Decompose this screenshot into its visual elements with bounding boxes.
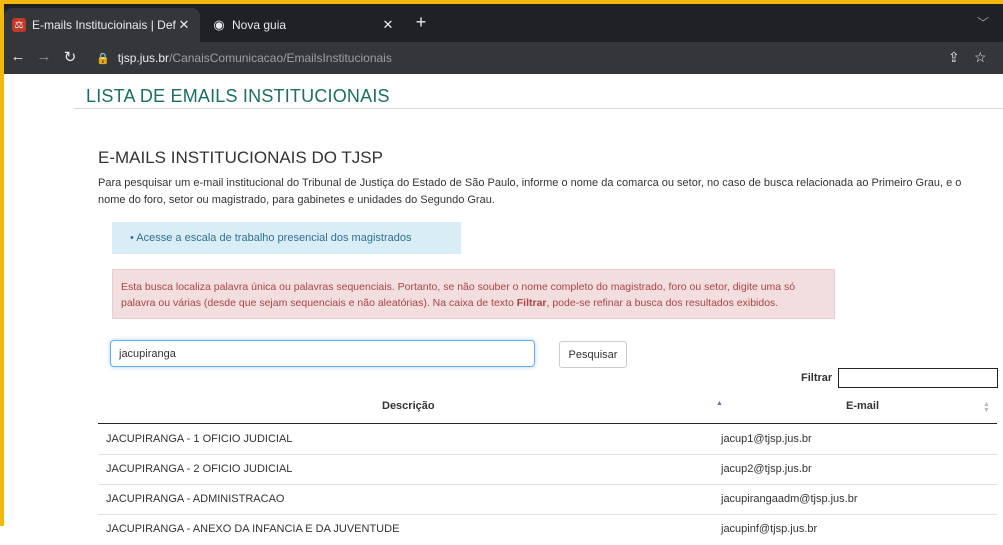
row-description: JACUPIRANGA - 2 OFICIO JUDICIAL — [106, 463, 293, 475]
table-row: JACUPIRANGA - ANEXO DA INFANCIA E DA JUV… — [98, 515, 997, 545]
column-header-email[interactable]: E-mail — [846, 400, 879, 412]
table-header-divider — [98, 423, 997, 424]
warning-text-2: , pode-se refinar a busca dos resultados… — [546, 297, 779, 309]
escala-link[interactable]: • Acesse a escala de trabalho presencial… — [130, 232, 411, 244]
row-email: jacup2@tjsp.jus.br — [721, 463, 812, 475]
row-email: jacup1@tjsp.jus.br — [721, 433, 812, 445]
table-row: JACUPIRANGA - 1 OFICIO JUDICIAL jacup1@t… — [98, 425, 997, 455]
reload-icon[interactable]: ↻ — [60, 48, 80, 66]
tab-close-icon[interactable]: ✕ — [176, 17, 192, 33]
warning-box: Esta busca localiza palavra única ou pal… — [112, 269, 835, 319]
tab-close-icon[interactable]: ✕ — [380, 17, 396, 33]
tab-title: Nova guia — [232, 18, 287, 32]
title-divider — [74, 108, 1003, 109]
filter-label: Filtrar — [801, 372, 833, 384]
tab-title: E-mails Institucioinais | Default — [32, 18, 176, 32]
warning-bold-filtrar: Filtrar — [516, 297, 547, 309]
bookmark-star-icon[interactable]: ☆ — [974, 49, 987, 66]
search-button[interactable]: Pesquisar — [559, 341, 627, 368]
tab-nova-guia[interactable]: ◉ Nova guia ✕ — [204, 8, 404, 42]
tab-strip: ⚖ E-mails Institucioinais | Default ✕ ◉ … — [4, 4, 1003, 42]
info-box: • Acesse a escala de trabalho presencial… — [112, 222, 461, 254]
address-path: /CanaisComunicacao/EmailsInstitucionais — [169, 51, 392, 65]
tjsp-favicon-icon: ⚖ — [12, 18, 26, 32]
back-arrow-icon[interactable]: ← — [8, 48, 28, 65]
new-tab-button[interactable]: + — [409, 12, 433, 33]
address-bar[interactable]: 🔒 tjsp.jus.br /CanaisComunicacao/EmailsI… — [96, 46, 986, 70]
column-header-description[interactable]: Descrição — [382, 400, 435, 412]
row-description: JACUPIRANGA - ANEXO DA INFANCIA E DA JUV… — [106, 523, 400, 535]
sort-ascending-icon[interactable]: ▲ — [716, 400, 723, 407]
section-heading: E-MAILS INSTITUCIONAIS DO TJSP — [98, 148, 383, 167]
row-email: jacupirangaadm@tjsp.jus.br — [721, 493, 858, 505]
forward-arrow-icon[interactable]: → — [34, 48, 54, 65]
intro-text: Para pesquisar um e-mail institucional d… — [98, 177, 962, 206]
chrome-icon: ◉ — [213, 17, 225, 32]
browser-toolbar: ← → ↻ 🔒 tjsp.jus.br /CanaisComunicacao/E… — [4, 42, 1003, 74]
sort-both-icon[interactable]: ▲ ▼ — [983, 401, 990, 414]
lock-icon: 🔒 — [96, 52, 110, 65]
table-row: JACUPIRANGA - 2 OFICIO JUDICIAL jacup2@t… — [98, 455, 997, 485]
row-description: JACUPIRANGA - 1 OFICIO JUDICIAL — [106, 433, 293, 445]
tab-emails[interactable]: ⚖ E-mails Institucioinais | Default ✕ — [4, 8, 200, 42]
row-description: JACUPIRANGA - ADMINISTRACAO — [106, 493, 285, 505]
table-row: JACUPIRANGA - ADMINISTRACAO jacupirangaa… — [98, 485, 997, 515]
share-icon[interactable]: ⇪ — [948, 49, 960, 66]
row-email: jacupinf@tjsp.jus.br — [721, 523, 818, 535]
filter-input[interactable] — [838, 368, 998, 388]
tab-search-chevron-icon[interactable]: ﹀ — [977, 14, 989, 31]
page-content: LISTA DE EMAILS INSTITUCIONAIS E-MAILS I… — [4, 74, 1003, 535]
search-input[interactable] — [110, 340, 535, 367]
address-host: tjsp.jus.br — [117, 51, 170, 65]
page-title: LISTA DE EMAILS INSTITUCIONAIS — [86, 86, 390, 106]
